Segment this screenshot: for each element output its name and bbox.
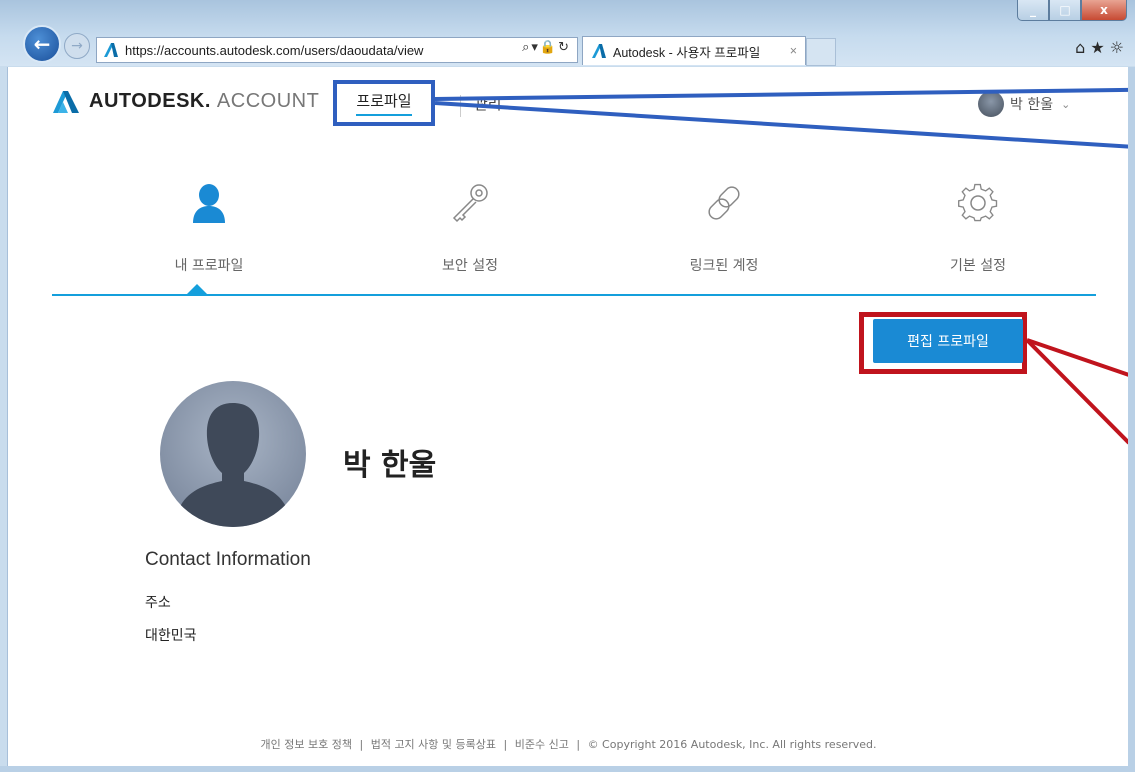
address-label: 주소 xyxy=(145,595,171,611)
home-favorites-settings-icons[interactable]: ⌂★☼ xyxy=(1075,38,1129,57)
tab-linked-accounts[interactable]: 링크된 계정 xyxy=(624,175,824,275)
footer-privacy-link[interactable]: 개인 정보 보호 정책 xyxy=(261,738,352,751)
footer-copyright: © Copyright 2016 Autodesk, Inc. All righ… xyxy=(587,738,877,751)
active-tab-pointer xyxy=(186,284,208,295)
tab-my-profile[interactable]: 내 프로파일 xyxy=(109,175,309,275)
page-content: AUTODESK. ACCOUNT 프로파일 관리 박 한울 ⌄ 내 xyxy=(7,67,1129,766)
tabs-underline xyxy=(52,294,1096,296)
minimize-button[interactable]: _ xyxy=(1017,0,1049,21)
browser-tab-active[interactable]: Autodesk - 사용자 프로파일 × xyxy=(582,36,806,65)
annotation-arrow-red xyxy=(1027,338,1129,445)
footer-legal-link[interactable]: 법적 고지 사항 및 등록상표 xyxy=(371,738,496,751)
browser-window: _ □ x ← → https://accounts.autodesk.com/… xyxy=(0,0,1135,772)
footer-compliance-link[interactable]: 비준수 신고 xyxy=(515,738,569,751)
tab-label: 링크된 계정 xyxy=(689,258,759,274)
forward-button[interactable]: → xyxy=(64,33,90,59)
autodesk-logo-icon xyxy=(104,43,118,57)
link-icon xyxy=(624,175,824,231)
arrow-left-icon: ← xyxy=(33,32,51,56)
key-icon xyxy=(370,175,570,231)
tab-security[interactable]: 보안 설정 xyxy=(370,175,570,275)
user-menu[interactable]: 박 한울 ⌄ xyxy=(978,91,1070,117)
nav-profile-label: 프로파일 xyxy=(356,90,412,116)
profile-avatar xyxy=(160,381,306,527)
tab-label: 보안 설정 xyxy=(442,258,498,274)
avatar xyxy=(978,91,1004,117)
tab-label: 내 프로파일 xyxy=(174,258,244,274)
back-button[interactable]: ← xyxy=(23,25,61,63)
profile-tabs: 내 프로파일 보안 설정 링크된 계정 기본 설정 xyxy=(52,175,1096,295)
url-text[interactable]: https://accounts.autodesk.com/users/daou… xyxy=(125,43,423,58)
tab-label: 기본 설정 xyxy=(950,258,1006,274)
autodesk-logo-icon xyxy=(53,91,79,113)
new-tab-button[interactable] xyxy=(806,38,836,66)
browser-chrome: _ □ x ← → https://accounts.autodesk.com/… xyxy=(0,0,1135,66)
footer-separator: | xyxy=(576,738,581,751)
brand-name: AUTODESK. xyxy=(89,89,211,112)
autodesk-tab-icon xyxy=(592,44,606,58)
window-frame-bottom xyxy=(0,766,1135,772)
tab-close-icon[interactable]: × xyxy=(790,44,797,58)
footer-separator: | xyxy=(359,738,364,751)
avatar-silhouette-icon xyxy=(160,381,306,527)
footer: 개인 정보 보호 정책 | 법적 고지 사항 및 등록상표 | 비준수 신고 |… xyxy=(8,736,1129,752)
nav-profile-highlighted[interactable]: 프로파일 xyxy=(333,80,435,126)
tab-preferences[interactable]: 기본 설정 xyxy=(878,175,1078,275)
maximize-button[interactable]: □ xyxy=(1049,0,1081,21)
gear-icon xyxy=(878,175,1078,231)
footer-separator: | xyxy=(503,738,508,751)
arrow-right-icon: → xyxy=(71,38,83,54)
search-lock-refresh-icons[interactable]: ⌕▾🔒↻ xyxy=(522,40,571,55)
edit-profile-button[interactable]: 편집 프로파일 xyxy=(873,319,1023,363)
address-value: 대한민국 xyxy=(145,628,197,644)
address-bar[interactable]: https://accounts.autodesk.com/users/daou… xyxy=(96,37,578,63)
chevron-down-icon: ⌄ xyxy=(1061,97,1071,111)
window-frame-right xyxy=(1128,67,1135,766)
user-name: 박 한울 xyxy=(1010,97,1054,113)
profile-name: 박 한울 xyxy=(343,448,437,483)
brand-subtitle: ACCOUNT xyxy=(216,89,320,112)
autodesk-brand[interactable]: AUTODESK. ACCOUNT xyxy=(53,89,319,113)
tab-title: Autodesk - 사용자 프로파일 xyxy=(613,45,761,60)
window-controls: _ □ x xyxy=(1017,0,1127,24)
user-icon xyxy=(109,175,309,231)
close-button[interactable]: x xyxy=(1081,0,1127,21)
contact-info-heading: Contact Information xyxy=(145,549,311,570)
